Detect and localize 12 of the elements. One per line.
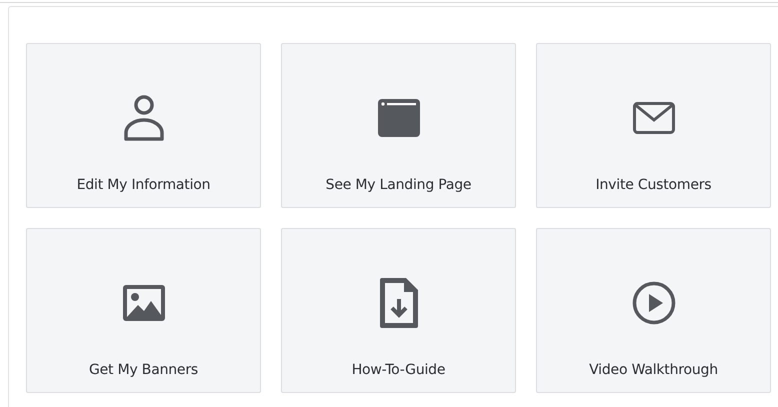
envelope-icon [632, 102, 674, 134]
image-icon [122, 284, 164, 320]
menu-tile[interactable]: See My Landing Page [281, 43, 516, 208]
play-icon [632, 280, 676, 324]
menu-tile[interactable]: Get My Banners [26, 228, 261, 393]
menu-tile[interactable]: How-To-Guide [281, 228, 516, 393]
browser-window-icon [378, 98, 420, 136]
menu-tile[interactable]: Video Walkthrough [536, 228, 771, 393]
person-icon [122, 94, 164, 142]
file-download-icon [378, 276, 418, 328]
menu-tile[interactable]: Edit My Information [26, 43, 261, 208]
menu-tile[interactable]: Invite Customers [536, 43, 771, 208]
